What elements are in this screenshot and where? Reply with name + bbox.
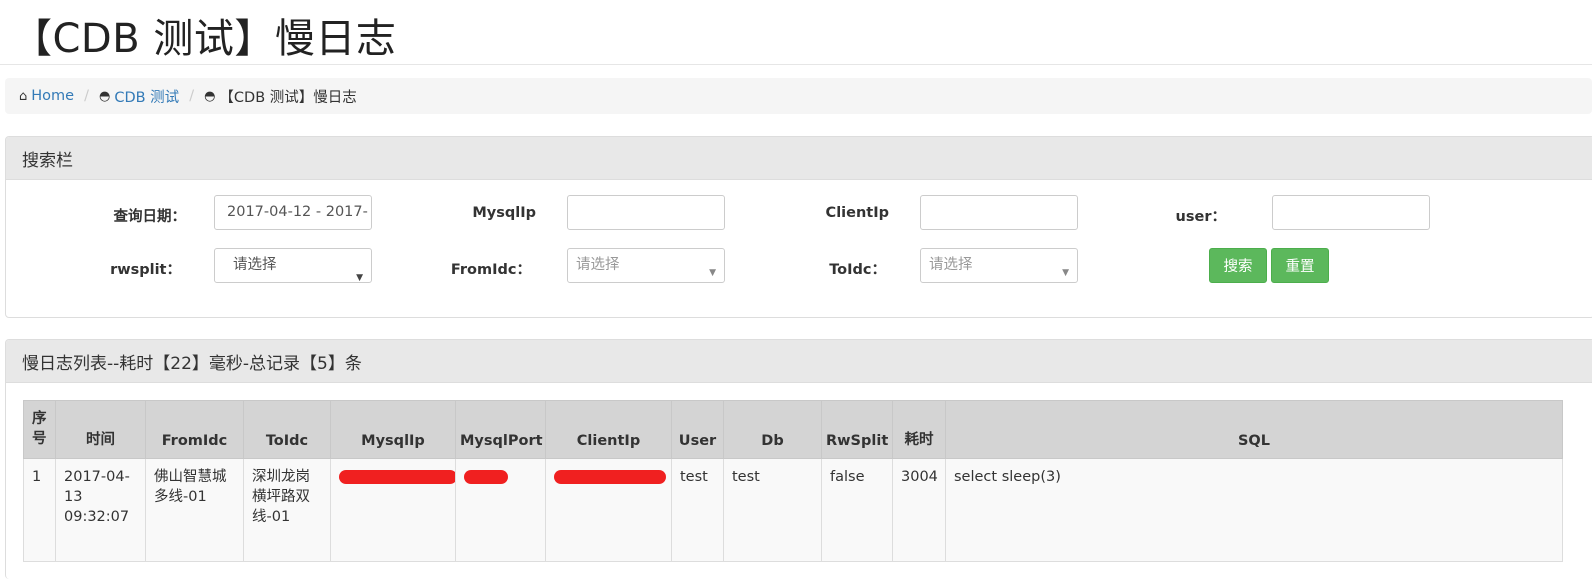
title-divider bbox=[0, 64, 1592, 65]
fromidc-select[interactable]: 请选择 ▼ bbox=[567, 248, 725, 283]
breadcrumb-cdb-link[interactable]: CDB 测试 bbox=[114, 86, 179, 107]
breadcrumb-current-label: 【CDB 测试】慢日志 bbox=[219, 89, 357, 106]
column-header-time[interactable]: 时间 bbox=[55, 400, 146, 459]
breadcrumb-home-link[interactable]: Home bbox=[31, 88, 74, 104]
redaction-mark bbox=[464, 470, 508, 484]
date-label: 查询日期： bbox=[113, 209, 187, 225]
cell-db: test bbox=[723, 458, 822, 562]
chevron-down-icon: ▼ bbox=[1062, 268, 1069, 278]
column-header-user[interactable]: User bbox=[671, 400, 724, 459]
cell-toidc: 深圳龙岗横坪路双线-01 bbox=[243, 458, 331, 562]
search-panel-heading: 搜索栏 bbox=[6, 137, 1592, 180]
rwsplit-select[interactable]: 请选择 ▼ bbox=[214, 248, 372, 283]
redaction-mark bbox=[339, 470, 457, 484]
cell-fromidc: 佛山智慧城多线-01 bbox=[145, 458, 244, 562]
cell-user: test bbox=[671, 458, 724, 562]
column-header-db[interactable]: Db bbox=[723, 400, 822, 459]
breadcrumb-current: ◓ 【CDB 测试】慢日志 bbox=[204, 86, 357, 107]
toidc-select[interactable]: 请选择 ▼ bbox=[920, 248, 1078, 283]
clientip-input[interactable] bbox=[920, 195, 1078, 230]
mysqlip-input[interactable] bbox=[567, 195, 725, 230]
column-header-duration[interactable]: 耗时 bbox=[892, 400, 946, 459]
cell-rwsplit: false bbox=[821, 458, 893, 562]
redaction-mark bbox=[554, 470, 666, 484]
dashboard-icon: ◓ bbox=[98, 88, 111, 104]
column-header-sql[interactable]: SQL bbox=[945, 400, 1563, 459]
search-panel: 搜索栏 查询日期： 2017-04-12 - 2017- MysqlIp Cli… bbox=[5, 136, 1592, 318]
mysqlip-label: MysqlIp bbox=[472, 205, 536, 221]
cell-sql: select sleep(3) bbox=[945, 458, 1563, 562]
page-title: 【CDB 测试】慢日志 bbox=[12, 16, 397, 62]
breadcrumb-cdb[interactable]: ◓ CDB 测试 bbox=[99, 86, 179, 107]
breadcrumb-separator: / bbox=[84, 88, 89, 104]
toidc-label: ToIdc： bbox=[829, 262, 886, 278]
column-header-index[interactable]: 序号 bbox=[23, 400, 56, 459]
column-header-rwsplit[interactable]: RwSplit bbox=[821, 400, 893, 459]
table-row[interactable]: 1 2017-04-13 09:32:07 佛山智慧城多线-01 深圳龙岗横坪路… bbox=[23, 458, 1563, 562]
cell-duration: 3004 bbox=[892, 458, 946, 562]
breadcrumb-separator: / bbox=[189, 88, 195, 104]
breadcrumb-home[interactable]: ⌂ Home bbox=[19, 88, 74, 104]
slowlog-list-panel: 慢日志列表--耗时【22】毫秒-总记录【5】条 序号 时间 FromIdc To… bbox=[5, 339, 1592, 579]
cell-time: 2017-04-13 09:32:07 bbox=[55, 458, 146, 562]
clientip-label: ClientIp bbox=[825, 205, 889, 221]
column-header-mysqlport[interactable]: MysqlPort bbox=[455, 400, 546, 459]
cell-mysqlport bbox=[455, 458, 546, 562]
dashboard-icon: ◓ bbox=[204, 88, 216, 104]
date-range-input[interactable]: 2017-04-12 - 2017- bbox=[214, 195, 372, 230]
slowlog-table: 序号 时间 FromIdc ToIdc MysqlIp MysqlPort Cl… bbox=[23, 400, 1563, 562]
slowlog-list-heading: 慢日志列表--耗时【22】毫秒-总记录【5】条 bbox=[6, 340, 1592, 383]
cell-clientip bbox=[545, 458, 672, 562]
user-input[interactable] bbox=[1272, 195, 1430, 230]
column-header-clientip[interactable]: ClientIp bbox=[545, 400, 672, 459]
column-header-toidc[interactable]: ToIdc bbox=[243, 400, 331, 459]
reset-button[interactable]: 重置 bbox=[1271, 248, 1329, 283]
chevron-down-icon: ▼ bbox=[356, 273, 363, 283]
column-header-fromidc[interactable]: FromIdc bbox=[145, 400, 244, 459]
search-button[interactable]: 搜索 bbox=[1209, 248, 1267, 283]
user-label: user： bbox=[1175, 209, 1226, 225]
breadcrumb: ⌂ Home / ◓ CDB 测试 / ◓ 【CDB 测试】慢日志 bbox=[5, 78, 1592, 114]
chevron-down-icon: ▼ bbox=[709, 268, 716, 278]
rwsplit-label: rwsplit： bbox=[110, 262, 181, 278]
column-header-mysqlip[interactable]: MysqlIp bbox=[330, 400, 456, 459]
cell-index: 1 bbox=[23, 458, 56, 562]
fromidc-label: FromIdc： bbox=[450, 262, 531, 278]
cell-mysqlip bbox=[330, 458, 457, 562]
table-header-row: 序号 时间 FromIdc ToIdc MysqlIp MysqlPort Cl… bbox=[23, 400, 1563, 459]
home-icon: ⌂ bbox=[19, 88, 28, 104]
